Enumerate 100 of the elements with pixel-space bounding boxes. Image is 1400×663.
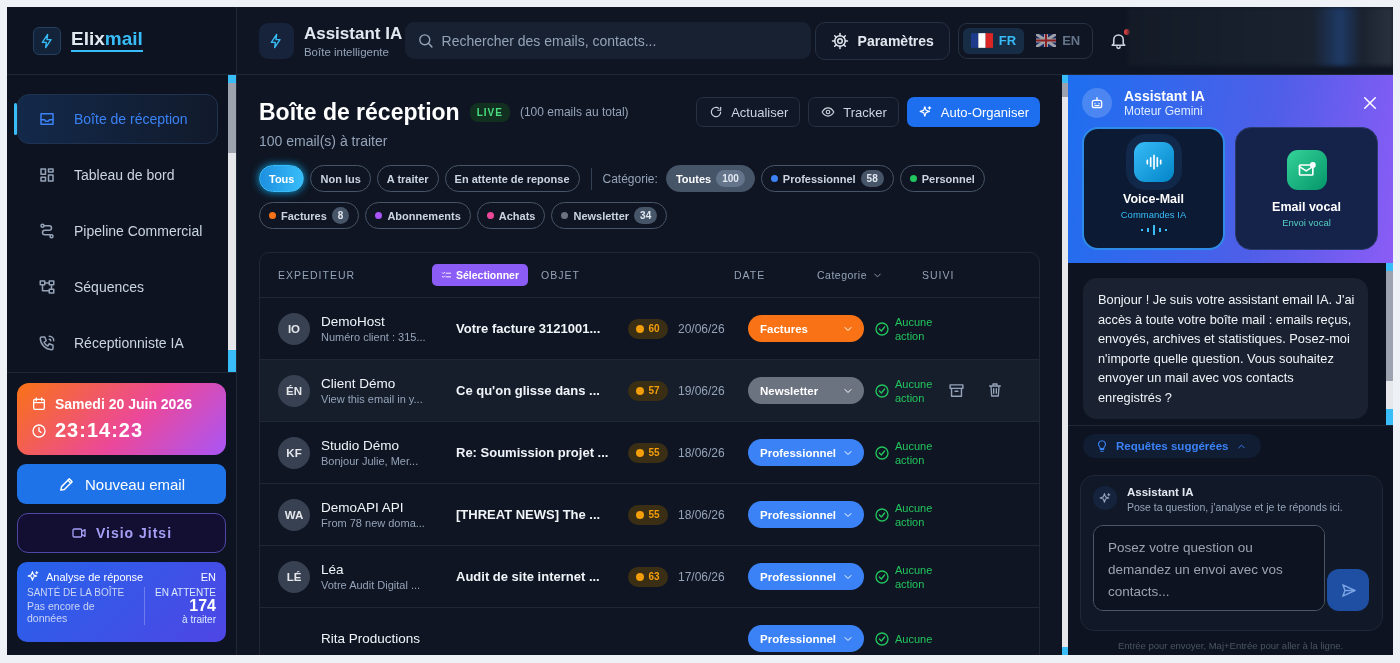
- category-dropdown[interactable]: Professionnel: [748, 439, 864, 466]
- sender-name: Léa: [321, 562, 345, 577]
- eye-icon: [821, 105, 836, 119]
- language-option[interactable]: EN: [1028, 27, 1089, 54]
- clock-icon: [31, 422, 47, 439]
- inbox-icon: [38, 110, 56, 128]
- scrollbar[interactable]: [1062, 75, 1068, 655]
- suggestions-toggle[interactable]: Requêtes suggérées: [1083, 434, 1261, 458]
- email-row[interactable]: KF Studio Démo Bonjour Julie, Mer... Re: Soumission projet ... 55 18/06/26 Professionnel Aucune action: [260, 422, 1039, 484]
- language-code: EN: [200, 570, 216, 583]
- email-subject: Votre facture 3121001...: [456, 321, 602, 336]
- clock-time: 23:14:23: [55, 419, 144, 442]
- archive-button[interactable]: [948, 382, 965, 399]
- avatar: LÉ: [278, 560, 310, 593]
- mode-title: Voice-Mail: [1123, 192, 1184, 206]
- mode-card[interactable]: Email vocal Envoi vocal: [1235, 127, 1378, 250]
- score-badge: 57: [628, 380, 668, 401]
- close-button[interactable]: [1361, 94, 1379, 112]
- checklist-icon: [441, 269, 452, 281]
- card-title: Analyse de réponse: [46, 570, 144, 583]
- calendar-icon: [31, 396, 47, 412]
- nav-item[interactable]: Boîte de réception: [17, 94, 218, 144]
- email-preview: Bonjour Julie, Mer...: [321, 455, 420, 467]
- mode-card[interactable]: Voice-Mail Commandes IA: [1082, 127, 1225, 250]
- column-header: EXPEDITEUR: [278, 269, 357, 281]
- category-dropdown[interactable]: Professionnel: [748, 501, 864, 528]
- email-row[interactable]: LÉ Léa Votre Audit Digital ... Audit de site internet ... 63 17/06/26 Professionnel Aucune action: [260, 546, 1039, 608]
- category-label: Catégorie:: [602, 171, 658, 186]
- message-input[interactable]: Posez votre question ou demandez un envoi avec vos contacts...: [1093, 525, 1325, 611]
- nav-item[interactable]: Réceptionniste IA: [17, 318, 218, 368]
- nav-item[interactable]: Pipeline Commercial: [17, 206, 218, 256]
- email-subject: [THREAT NEWS] The ...: [456, 507, 602, 522]
- email-preview: From 78 new doma...: [321, 517, 426, 529]
- email-row[interactable]: ÉN Client Démo View this email in y... Ce qu'on glisse dans ... 57 19/06/26 Newsletter Aucune action: [260, 360, 1039, 422]
- archive-icon: [948, 382, 965, 399]
- flowchart-icon: [38, 278, 56, 296]
- email-subject: Ce qu'on glisse dans ...: [456, 383, 601, 398]
- count-badge: 8: [331, 207, 350, 224]
- nav-item[interactable]: Tableau de bord: [17, 150, 218, 200]
- delete-button[interactable]: [987, 382, 1003, 399]
- column-header: DATE: [734, 269, 767, 281]
- email-row[interactable]: WA DemoAPI API From 78 new doma... [THREAT NEWS] The ... 55 18/06/26 Professionnel Aucune action: [260, 484, 1039, 546]
- category-dropdown[interactable]: Professionnel: [748, 563, 864, 590]
- toolbar-button[interactable]: Tracker: [808, 97, 899, 127]
- mode-subtitle: Envoi vocal: [1282, 216, 1331, 228]
- score-badge: 63: [628, 566, 668, 587]
- health-value: Pas encore de données: [27, 600, 96, 624]
- mode-title: Email vocal: [1272, 199, 1341, 214]
- new-email-button[interactable]: Nouveau email: [17, 464, 226, 504]
- email-row[interactable]: Rita Productions Professionnel Aucune: [260, 608, 1039, 655]
- email-date: 18/06/26: [678, 445, 726, 460]
- column-header[interactable]: Categorie: [817, 269, 922, 281]
- bolt-icon: [39, 32, 55, 49]
- email-date: 18/06/26: [678, 507, 726, 522]
- avatar: IO: [278, 312, 310, 345]
- check-circle-icon: [874, 320, 890, 337]
- email-date: 20/06/26: [678, 321, 726, 336]
- robot-icon: [1089, 95, 1105, 111]
- category-dropdown[interactable]: Newsletter: [748, 377, 864, 404]
- composer-title: Assistant IA: [1127, 486, 1195, 498]
- settings-button[interactable]: Paramètres: [814, 21, 950, 60]
- search-field[interactable]: Rechercher des emails, contacts...: [404, 22, 811, 59]
- category-dropdown[interactable]: Professionnel: [748, 625, 864, 652]
- count-badge: 58: [860, 170, 884, 187]
- send-button[interactable]: [1327, 569, 1369, 611]
- flag-icon: [1036, 34, 1057, 47]
- follow-up-status: Aucune action: [895, 438, 934, 467]
- route-icon: [38, 222, 56, 240]
- app-logo: Elixmail: [71, 29, 143, 52]
- header-subtitle: Boîte intelligente: [303, 45, 390, 58]
- lightbulb-icon: [1095, 439, 1109, 453]
- bolt-icon: [259, 22, 294, 59]
- email-preview: View this email in y...: [321, 393, 424, 405]
- toolbar-button[interactable]: Auto-Organiser: [906, 97, 1040, 127]
- close-icon: [1361, 94, 1379, 112]
- video-call-button[interactable]: Visio Jitsi: [17, 513, 226, 553]
- follow-up-status: Aucune action: [895, 562, 934, 591]
- language-option[interactable]: FR: [962, 27, 1025, 54]
- scrollbar[interactable]: [228, 75, 236, 372]
- header-title: Assistant IA: [303, 23, 404, 44]
- sparkle-icon: [918, 105, 933, 119]
- trash-icon: [987, 382, 1003, 398]
- filter-chip[interactable]: Toutes 100: [665, 165, 755, 192]
- video-icon: [70, 525, 87, 541]
- toolbar-button[interactable]: Actualiser: [696, 97, 801, 127]
- date-text: Samedi 20 Juin 2026: [55, 396, 192, 412]
- avatar: KF: [278, 436, 310, 469]
- check-circle-icon: [874, 506, 890, 523]
- refresh-icon: [709, 105, 724, 119]
- scrollbar[interactable]: [1386, 263, 1393, 425]
- nav-item[interactable]: Séquences: [17, 262, 218, 312]
- sender-name: Client Démo: [321, 376, 397, 391]
- live-badge: LIVE: [469, 102, 510, 122]
- sender-name: DemoHost: [321, 314, 386, 329]
- email-subject: Audit de site internet ...: [456, 569, 601, 584]
- check-circle-icon: [874, 444, 890, 461]
- avatar: WA: [278, 498, 310, 531]
- select-button[interactable]: Sélectionner: [432, 264, 528, 286]
- column-header: OBJET: [541, 269, 581, 281]
- check-circle-icon: [874, 382, 890, 399]
